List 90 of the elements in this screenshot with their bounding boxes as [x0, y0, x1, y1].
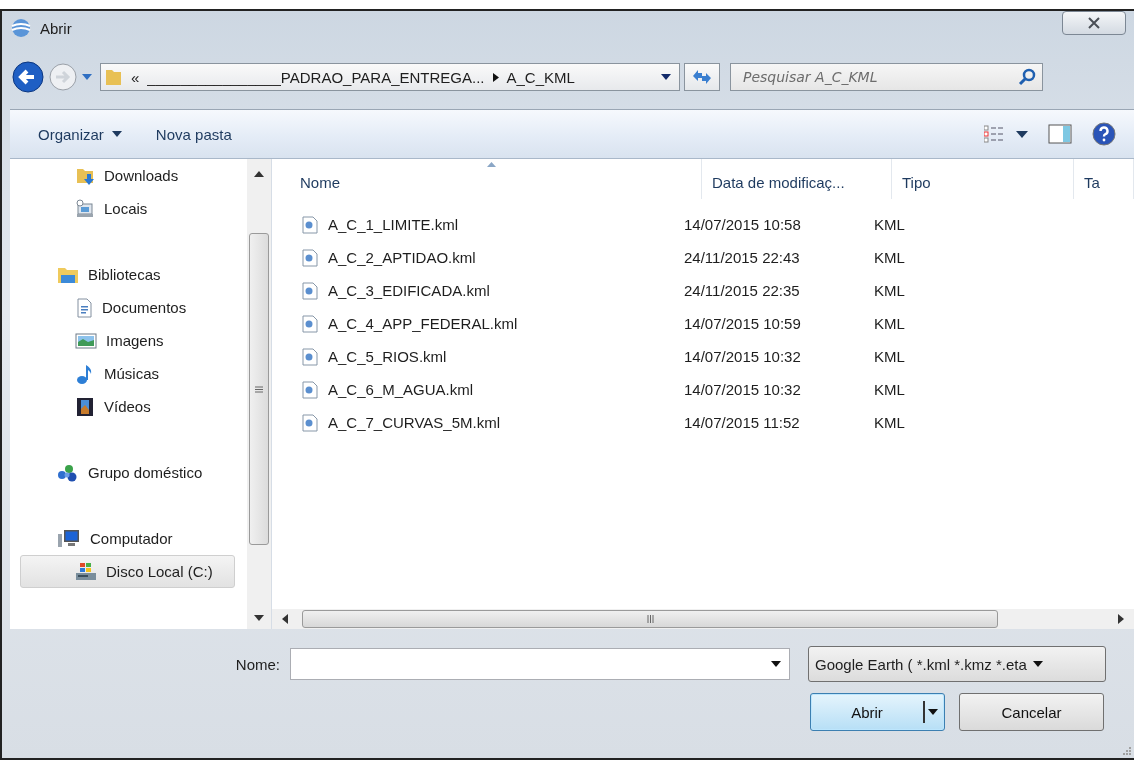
close-button[interactable] [1062, 11, 1126, 35]
search-field[interactable]: Pesquisar A_C_KML [730, 63, 1043, 91]
scrollbar[interactable] [272, 609, 1134, 629]
document-icon [75, 297, 93, 318]
sidebar-item[interactable]: Downloads [20, 159, 235, 192]
breadcrumb-item[interactable]: A_C_KML [506, 68, 575, 86]
breadcrumb-overflow[interactable]: « [131, 68, 140, 86]
column-header[interactable]: Ta [1074, 159, 1134, 199]
column-header[interactable]: Nome [272, 159, 702, 199]
file-name-field[interactable] [290, 648, 790, 680]
toolbar-button[interactable]: Nova pasta [155, 125, 232, 143]
table-cell: 14/07/2015 10:32 [684, 348, 801, 365]
view-options-icon[interactable] [984, 125, 1028, 143]
file-type-dropdown[interactable]: Google Earth ( *.kml *.kmz *.eta [808, 646, 1106, 682]
scroll-up-icon[interactable] [254, 171, 264, 177]
table-cell: 14/07/2015 11:52 [684, 414, 800, 431]
resize-grip-icon[interactable] [1121, 745, 1131, 755]
file-name[interactable]: A_C_5_RIOS.kml [328, 348, 447, 365]
computer-icon [57, 528, 81, 549]
file-name[interactable]: A_C_4_APP_FEDERAL.kml [328, 315, 518, 332]
table-cell: KML [874, 249, 905, 266]
file-icon [302, 380, 318, 399]
sidebar-item[interactable]: Grupo doméstico [20, 456, 235, 489]
refresh-button[interactable] [684, 63, 720, 91]
preview-pane-icon[interactable] [1048, 124, 1072, 144]
table-cell: KML [874, 315, 905, 332]
search-icon[interactable] [1018, 68, 1036, 86]
file-name[interactable]: A_C_2_APTIDAO.kml [328, 249, 476, 266]
scrollbar[interactable] [247, 159, 271, 629]
picture-icon [75, 331, 97, 350]
file-icon [302, 314, 318, 333]
table-cell: 24/11/2015 22:43 [684, 249, 800, 266]
table-cell: KML [874, 381, 905, 398]
sidebar-item[interactable]: Locais [20, 192, 235, 225]
breadcrumb-separator-icon[interactable] [492, 72, 499, 82]
table-cell: KML [874, 282, 905, 299]
sidebar-item[interactable]: Músicas [20, 357, 235, 390]
toolbar-button[interactable]: Organizar [38, 125, 122, 143]
scroll-left-icon[interactable] [282, 614, 288, 624]
app-logo-icon [10, 18, 32, 38]
sort-arrow-icon [486, 162, 496, 167]
globe-cluster-icon [57, 462, 79, 483]
file-icon [302, 281, 318, 300]
table-cell: 14/07/2015 10:59 [684, 315, 801, 332]
table-cell: KML [874, 348, 905, 365]
caret-icon[interactable] [771, 661, 781, 667]
field-label: Nome: [234, 655, 281, 673]
sidebar-item[interactable]: Computador [20, 522, 235, 555]
folder-icon [105, 67, 123, 87]
breadcrumb-item[interactable]: ________________PADRAO_PARA_ENTREGA... [147, 68, 485, 86]
table-cell: KML [874, 414, 905, 431]
column-header[interactable]: Data de modificaç... [702, 159, 892, 199]
sidebar-item[interactable]: Documentos [20, 291, 235, 324]
column-header[interactable]: Tipo [892, 159, 1074, 199]
table-cell: 24/11/2015 22:35 [684, 282, 800, 299]
sidebar-item[interactable]: Imagens [20, 324, 235, 357]
file-name[interactable]: A_C_7_CURVAS_5M.kml [328, 414, 500, 431]
scroll-down-icon[interactable] [254, 615, 264, 621]
film-icon [75, 396, 95, 417]
monitor-clock-icon [75, 198, 95, 219]
address-bar[interactable]: « ________________PADRAO_PARA_ENTREGA... A_C_KML [100, 63, 680, 91]
file-icon [302, 248, 318, 267]
help-icon[interactable] [1092, 122, 1116, 146]
sidebar-item[interactable]: Bibliotecas [20, 258, 235, 291]
refresh-icon [691, 68, 713, 86]
caret-icon [928, 709, 938, 715]
cancel-button[interactable]: Cancelar [959, 693, 1104, 731]
file-icon [302, 215, 318, 234]
window-title: Abrir [40, 19, 72, 37]
back-button[interactable] [12, 61, 44, 93]
table-cell: 14/07/2015 10:32 [684, 381, 801, 398]
file-name[interactable]: A_C_6_M_AGUA.kml [328, 381, 474, 398]
table-cell: 14/07/2015 10:58 [684, 216, 801, 233]
file-icon [302, 413, 318, 432]
file-icon [302, 347, 318, 366]
drive-icon [75, 561, 97, 582]
close-icon [1087, 17, 1101, 29]
caret-icon[interactable] [661, 74, 671, 80]
file-name[interactable]: A_C_1_LIMITE.kml [328, 216, 459, 233]
open-button[interactable]: Abrir [810, 693, 945, 731]
grip-lines-icon [255, 385, 263, 393]
caret-icon [1032, 661, 1043, 667]
grip-lines-icon [646, 615, 654, 623]
table-cell: KML [874, 216, 905, 233]
history-dropdown-icon[interactable] [82, 74, 92, 80]
file-name[interactable]: A_C_3_EDIFICADA.kml [328, 282, 490, 299]
caret-icon [111, 131, 122, 137]
sidebar-item[interactable]: Disco Local (C:) [20, 555, 235, 588]
scroll-right-icon[interactable] [1118, 614, 1124, 624]
sidebar-item[interactable]: Vídeos [20, 390, 235, 423]
